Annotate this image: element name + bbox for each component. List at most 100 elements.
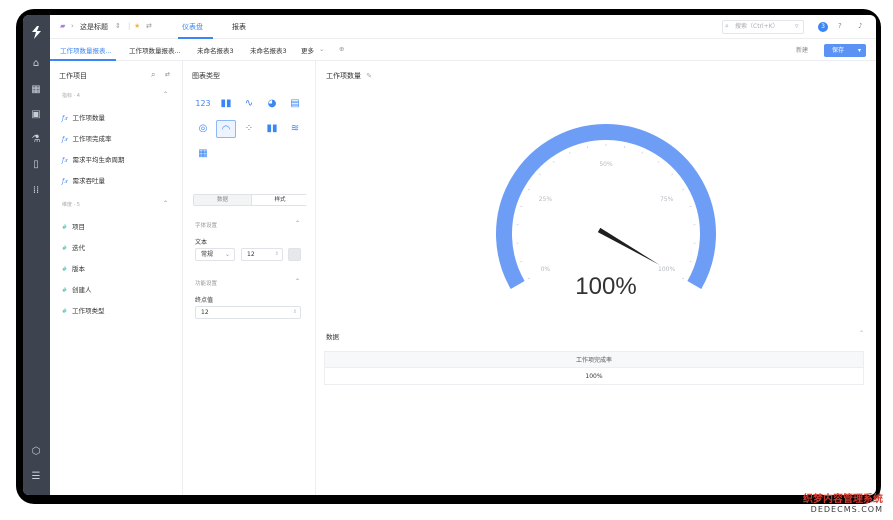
gauge-tick: [682, 188, 685, 191]
gauge-tick: [689, 205, 692, 208]
dimension-item[interactable]: # 迭代: [62, 242, 85, 252]
new-button[interactable]: 新建: [790, 44, 814, 57]
pie-chart-icon[interactable]: ◕: [262, 95, 282, 113]
data-section-title: 数据: [326, 333, 339, 341]
table-header: 工作项完成率: [324, 351, 864, 368]
report-tab-4[interactable]: 未命名报表3: [250, 45, 287, 55]
more-tabs-button[interactable]: 更多: [301, 45, 314, 55]
dimension-label: 版本: [72, 265, 86, 273]
chart-area: 工作项数量 ✎ 0% 25% 50% 75% 100% 100% 数据 ⌃ 工作项完成率 …: [316, 61, 876, 495]
left-rail: ⌂ ▦ ▣ ⚗ ▯ ⁞⁞ ⬡ ☰: [23, 15, 50, 495]
dimension-item[interactable]: # 项目: [62, 221, 85, 231]
data-table: 工作项完成率 100%: [324, 351, 864, 385]
app-logo-icon[interactable]: [29, 25, 44, 40]
pivot-chart-icon[interactable]: ▦: [193, 145, 213, 163]
font-color-swatch[interactable]: [288, 248, 301, 261]
number-chart-icon[interactable]: 123: [193, 95, 213, 113]
search-icon[interactable]: ⌕: [151, 70, 155, 80]
line-chart-icon[interactable]: ∿: [239, 95, 259, 113]
flask-icon[interactable]: ⚗: [29, 133, 43, 147]
bar-chart-icon[interactable]: ▮▮: [216, 95, 236, 113]
gauge-tick: [671, 173, 674, 176]
font-weight-select[interactable]: 常规 ⌄: [195, 248, 235, 261]
calendar-icon[interactable]: ▣: [29, 108, 43, 122]
bell-icon[interactable]: ♪: [858, 22, 862, 30]
scatter-chart-icon[interactable]: ⁘: [239, 120, 259, 138]
collapse-icon[interactable]: ⌃: [859, 330, 864, 337]
tab-style[interactable]: 样式: [251, 195, 308, 205]
sort-icon[interactable]: ⇄: [165, 71, 170, 78]
text-label: 文本: [195, 239, 208, 246]
dimension-item[interactable]: # 创建人: [62, 284, 92, 294]
measure-label: 需求吞吐量: [72, 177, 105, 185]
tab-reports[interactable]: 报表: [232, 22, 246, 32]
measure-item[interactable]: ƒ𝑥 工作项完成率: [62, 133, 111, 144]
help-icon[interactable]: ?: [838, 22, 842, 30]
report-tab-1[interactable]: 工作项数量报表...: [60, 45, 112, 55]
chart-type-title: 图表类型: [192, 72, 220, 80]
font-size-stepper[interactable]: 12 ⇕: [241, 248, 283, 261]
tab-dashboard[interactable]: 仪表盘: [182, 22, 203, 32]
gauge-tick-label: 25%: [539, 196, 553, 203]
report-tab-3[interactable]: 未命名报表3: [197, 45, 234, 55]
apps-icon[interactable]: ▦: [29, 83, 43, 97]
collapse-icon[interactable]: ⌃: [295, 278, 300, 285]
hash-icon: #: [62, 224, 68, 231]
star-icon[interactable]: ★: [134, 22, 140, 30]
add-tab-icon[interactable]: ⊕: [339, 45, 344, 53]
gauge-tick: [689, 260, 692, 263]
area-chart-icon[interactable]: ≋: [285, 120, 305, 138]
watermark-line-2: DEDECMS.COM: [810, 505, 883, 514]
save-button[interactable]: 保存 ▾: [824, 44, 866, 57]
save-label: 保存: [832, 47, 845, 54]
book-icon[interactable]: ▯: [29, 158, 43, 172]
dimension-item[interactable]: # 版本: [62, 263, 85, 273]
measure-item[interactable]: ƒ𝑥 需求平均生命周期: [62, 154, 124, 165]
dimension-label: 创建人: [72, 286, 92, 294]
fields-panel-title: 工作项目: [59, 72, 87, 80]
dimension-item[interactable]: # 工作项类型: [62, 305, 105, 315]
gauge-tick: [657, 160, 660, 164]
stepper-icon[interactable]: ⇕: [293, 307, 297, 318]
radar-chart-icon[interactable]: ◎: [193, 120, 213, 138]
collapse-icon[interactable]: ⌃: [295, 220, 300, 227]
gauge-tick: [552, 160, 555, 164]
measure-item[interactable]: ƒ𝑥 工作项数量: [62, 112, 105, 123]
page-title[interactable]: 这是标题: [80, 22, 108, 32]
chart-title[interactable]: 工作项数量 ✎: [326, 71, 372, 81]
search-input[interactable]: 搜索（Ctrl+K）: [722, 20, 804, 34]
notification-badge[interactable]: 3: [818, 22, 828, 32]
menu-icon[interactable]: ☰: [29, 470, 43, 484]
dimension-label: 项目: [72, 223, 86, 231]
measure-item[interactable]: ƒ𝑥 需求吞吐量: [62, 175, 105, 186]
dimension-label: 工作项类型: [72, 307, 105, 315]
stepper-icon[interactable]: ⇕: [275, 249, 279, 260]
tab-data[interactable]: 数据: [194, 195, 251, 205]
collapse-icon[interactable]: ⌃: [163, 200, 168, 207]
hash-icon: #: [62, 308, 68, 315]
table-chart-icon[interactable]: ▤: [285, 95, 305, 113]
measure-label: 需求平均生命周期: [72, 156, 125, 164]
gauge-tick-label: 0%: [541, 266, 551, 273]
cube-icon[interactable]: ⬡: [29, 445, 43, 459]
data-style-toggle: 数据 样式: [193, 194, 308, 206]
home-icon[interactable]: ⌂: [29, 57, 43, 71]
watermark-line-1: 织梦内容管理系统: [803, 494, 883, 505]
function-settings-label: 功能设置: [195, 281, 218, 287]
column-chart-icon[interactable]: ▮▮: [262, 120, 282, 138]
share-icon[interactable]: ⇄: [146, 22, 152, 30]
report-tab-2[interactable]: 工作项数量报表...: [129, 45, 181, 55]
switch-icon[interactable]: ⇕: [115, 22, 121, 30]
collapse-icon[interactable]: ⌃: [163, 91, 168, 98]
gauge-chart-icon[interactable]: ◠: [216, 120, 236, 138]
space-icon[interactable]: ▰: [60, 22, 65, 30]
dimensions-group-label: 维度 · 5: [62, 202, 80, 208]
end-value-stepper[interactable]: 12 ⇕: [195, 306, 301, 319]
font-settings-label: 字体设置: [195, 223, 218, 229]
caret-down-icon[interactable]: ▾: [858, 44, 861, 57]
grid-icon[interactable]: ⁞⁞: [29, 184, 43, 198]
filter-icon[interactable]: ▿: [795, 22, 799, 30]
gauge-needle-hub: [604, 232, 608, 236]
gauge-tick-label: 75%: [660, 196, 674, 203]
edit-icon[interactable]: ✎: [366, 72, 372, 80]
